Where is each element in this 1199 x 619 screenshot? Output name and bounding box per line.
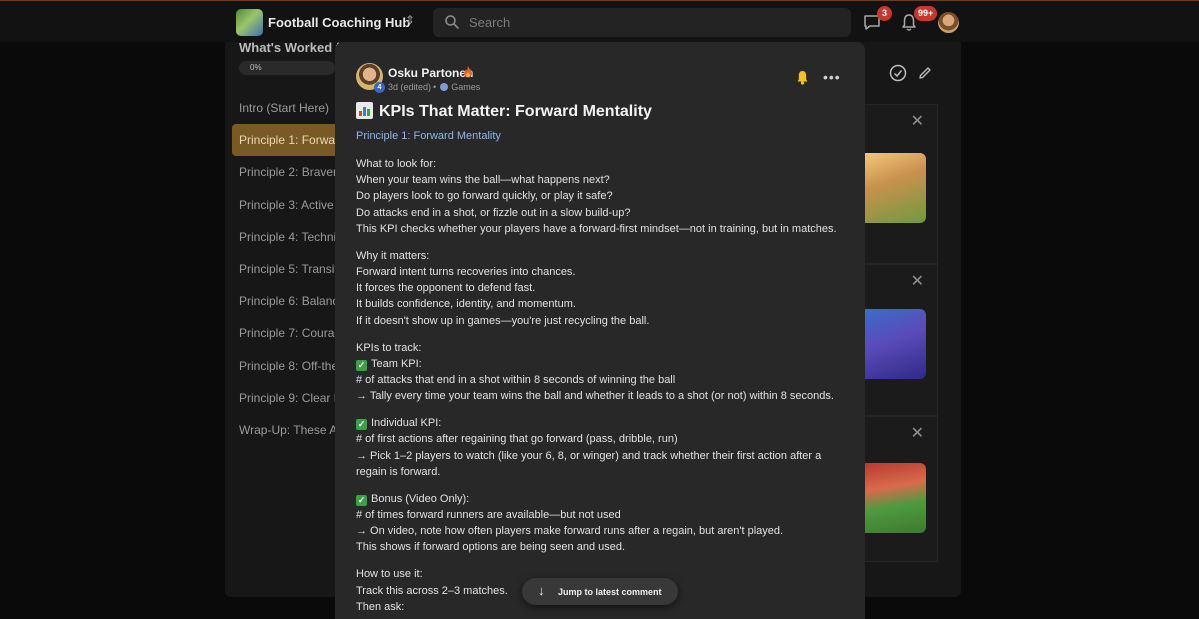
text-line: This shows if forward options are being … [356, 541, 626, 554]
post-meta: 3d (edited) • Games [388, 82, 481, 92]
text-line: Do players look to go forward quickly, o… [356, 190, 613, 203]
post-title-text: KPIs That Matter: Forward Mentality [379, 103, 652, 120]
check-circle-icon[interactable] [889, 64, 907, 82]
bell-icon[interactable] [796, 70, 809, 85]
text-line: → On video, note how often players make … [356, 525, 784, 538]
text-line: This KPI checks whether your players hav… [356, 222, 837, 235]
app-title[interactable]: Football Coaching Hub [268, 15, 410, 30]
text-line: # of times forward runners are available… [356, 509, 621, 522]
close-icon[interactable]: ✕ [911, 271, 924, 291]
lesson-item[interactable]: Principle 2: Bravery o [232, 156, 335, 188]
text-line: Track this across 2–3 matches. [356, 584, 508, 597]
jump-button-label: Jump to latest comment [558, 587, 662, 597]
post-modal: 4 Osku Partonen 3d (edited) • Games ••• KP… [335, 42, 865, 619]
text-line: It builds confidence, identity, and mome… [356, 298, 576, 311]
course-progress-bar: 0% [239, 61, 335, 75]
pencil-icon[interactable] [917, 65, 933, 81]
lesson-item[interactable]: Principle 5: Transition [232, 253, 335, 285]
text-line: Team KPI: [371, 357, 422, 370]
text-line: If it doesn't show up in games—you're ju… [356, 314, 650, 327]
post-paragraph: ✓ Bonus (Video Only): # of times forward … [356, 491, 846, 556]
text-line: # of attacks that end in a shot within 8… [356, 374, 676, 387]
text-line: # of first actions after regaining that … [356, 433, 678, 446]
post-paragraph: What to look for: When your team wins th… [356, 156, 846, 237]
notification-count-badge: 99+ [914, 6, 938, 21]
author-level-badge: 4 [374, 82, 385, 93]
top-navigation-bar: Football Coaching Hub ⇕ 3 99+ [0, 0, 1199, 42]
text-line: → Tally every time your team wins the ba… [356, 390, 834, 403]
fire-icon [464, 66, 472, 78]
card-thumbnail [865, 309, 926, 379]
text-line: Individual KPI: [371, 417, 442, 430]
close-icon[interactable]: ✕ [911, 111, 924, 131]
user-avatar[interactable] [938, 12, 959, 33]
text-line: Bonus (Video Only): [371, 492, 470, 505]
search-bar[interactable] [433, 8, 851, 37]
principle-link[interactable]: Principle 1: Forward Mentality [356, 130, 501, 142]
post-body: What to look for: When your team wins th… [356, 156, 846, 619]
lesson-item[interactable]: Principle 6: Balance [232, 285, 335, 317]
text-line: → Pick 1–2 players to watch (like your 6… [356, 449, 822, 478]
text-line: What to look for: [356, 158, 437, 170]
lesson-item[interactable]: Principle 9: Clear De [232, 382, 335, 414]
search-input[interactable] [469, 13, 839, 32]
text-line: When your team wins the ball—what happen… [356, 174, 610, 187]
course-progress-label: 0% [250, 63, 262, 72]
chat-count-badge: 3 [877, 6, 892, 21]
search-icon [445, 15, 459, 29]
games-icon [440, 83, 449, 91]
checkmark-icon: ✓ [356, 419, 367, 431]
lesson-item[interactable]: Principle 3: Active De [232, 189, 335, 221]
lesson-item[interactable]: Principle 4: Technique [232, 221, 335, 253]
post-paragraph: ✓ Individual KPI: # of first actions afte… [356, 415, 846, 480]
text-line: It forces the opponent to defend fast. [356, 282, 536, 295]
text-line: KPIs to track: [356, 341, 422, 354]
post-title: KPIs That Matter: Forward Mentality [356, 102, 652, 121]
lesson-item[interactable]: Principle 8: Off-the-B [232, 350, 335, 382]
card-thumbnail [865, 153, 926, 223]
switch-group-icon[interactable]: ⇕ [405, 14, 415, 26]
lesson-item[interactable]: Wrap-Up: These Are [232, 414, 335, 446]
checkmark-icon: ✓ [356, 359, 367, 371]
post-paragraph: Why it matters: Forward intent turns rec… [356, 248, 846, 329]
course-title: What's Worked for [239, 40, 339, 55]
checkmark-icon: ✓ [356, 494, 367, 506]
lesson-item[interactable]: Principle 7: Courage [232, 317, 335, 349]
post-category[interactable]: Games [451, 82, 480, 92]
related-card[interactable]: ✕ [865, 264, 938, 416]
text-line: Forward intent turns recoveries into cha… [356, 266, 576, 279]
author-name[interactable]: Osku Partonen [388, 66, 473, 80]
text-line: Then ask: [356, 600, 405, 613]
bar-chart-icon [356, 102, 373, 119]
app-logo[interactable] [236, 9, 263, 36]
related-card[interactable]: ✕ [865, 416, 938, 562]
text-line: Why it matters: [356, 249, 430, 262]
text-line: How to use it: [356, 568, 423, 581]
text-line: Do attacks end in a shot, or fizzle out … [356, 206, 631, 219]
more-icon[interactable]: ••• [823, 70, 841, 84]
arrow-down-icon: ↓ [538, 583, 545, 598]
lesson-item[interactable]: Intro (Start Here) [232, 92, 335, 124]
related-card[interactable]: ✕ [865, 104, 938, 264]
post-paragraph: KPIs to track: ✓ Team KPI: # of attacks t… [356, 340, 846, 405]
close-icon[interactable]: ✕ [911, 423, 924, 443]
card-thumbnail [865, 463, 926, 533]
lesson-item[interactable]: Principle 1: Forward [232, 124, 335, 157]
post-time: 3d (edited) [388, 82, 432, 92]
jump-to-latest-comment-button[interactable]: ↓ Jump to latest comment [522, 578, 678, 605]
